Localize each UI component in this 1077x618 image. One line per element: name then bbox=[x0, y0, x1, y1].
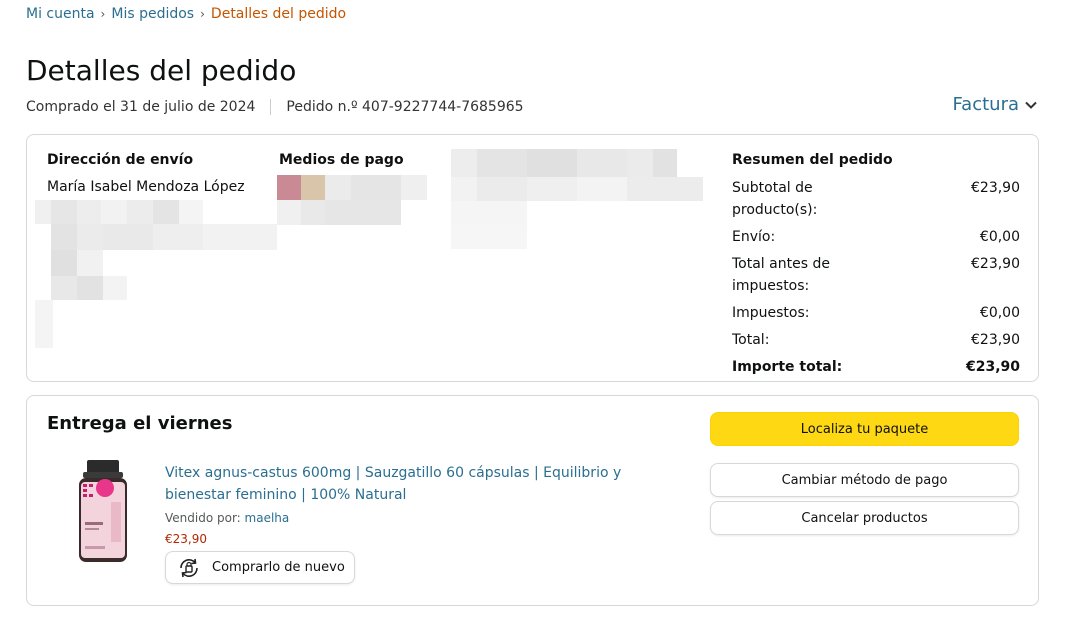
summary-label: Total antes de impuestos: bbox=[732, 256, 830, 294]
track-package-button[interactable]: Localiza tu paquete bbox=[710, 412, 1019, 446]
cancel-items-label: Cancelar productos bbox=[801, 510, 928, 526]
summary-label: Importe total: bbox=[732, 359, 843, 375]
summary-label: Impuestos: bbox=[732, 305, 810, 321]
summary-label: Subtotal de producto(s): bbox=[732, 180, 818, 218]
summary-label: Total: bbox=[732, 332, 770, 348]
summary-row-subtotal: Subtotal de producto(s): €23,90 bbox=[732, 177, 1020, 221]
payment-method-heading: Medios de pago bbox=[279, 152, 404, 168]
summary-value: €23,90 bbox=[971, 180, 1020, 196]
order-summary: Subtotal de producto(s): €23,90 Envío: €… bbox=[732, 177, 1020, 383]
change-payment-label: Cambiar método de pago bbox=[781, 472, 948, 488]
buy-again-icon bbox=[180, 558, 198, 577]
product-title-link[interactable]: Vitex agnus-castus 600mg | Sauzgatillo 6… bbox=[165, 462, 635, 506]
meta-divider bbox=[270, 99, 272, 115]
page-title: Detalles del pedido bbox=[26, 54, 297, 87]
breadcrumb: Mi cuenta › Mis pedidos › Detalles del p… bbox=[26, 6, 346, 22]
summary-row-total-before-tax: Total antes de impuestos: €23,90 bbox=[732, 253, 1020, 297]
shipping-name: María Isabel Mendoza López bbox=[47, 179, 245, 195]
order-info-card: Dirección de envío María Isabel Mendoza … bbox=[26, 134, 1039, 382]
seller-link[interactable]: maelha bbox=[245, 511, 290, 525]
breadcrumb-separator: › bbox=[100, 7, 106, 21]
summary-row-shipping: Envío: €0,00 bbox=[732, 226, 1020, 248]
breadcrumb-my-orders[interactable]: Mis pedidos bbox=[111, 6, 194, 22]
order-number: Pedido n.º 407-9227744-7685965 bbox=[286, 99, 524, 115]
delivery-card: Entrega el viernes Vitex agnus-castus 60… bbox=[26, 395, 1039, 606]
invoice-dropdown[interactable]: Factura bbox=[952, 94, 1037, 115]
change-payment-button[interactable]: Cambiar método de pago bbox=[710, 463, 1019, 497]
summary-value: €23,90 bbox=[971, 256, 1020, 272]
summary-row-tax: Impuestos: €0,00 bbox=[732, 302, 1020, 324]
summary-value: €23,90 bbox=[965, 359, 1020, 375]
breadcrumb-my-account[interactable]: Mi cuenta bbox=[26, 6, 95, 22]
invoice-label: Factura bbox=[952, 94, 1019, 115]
delivery-title: Entrega el viernes bbox=[47, 413, 233, 434]
buy-again-button[interactable]: Comprarlo de nuevo bbox=[165, 551, 355, 584]
product-image[interactable] bbox=[75, 458, 131, 564]
breadcrumb-separator: › bbox=[200, 7, 205, 21]
summary-value: €0,00 bbox=[979, 305, 1020, 321]
product-price: €23,90 bbox=[165, 532, 207, 546]
breadcrumb-order-details: Detalles del pedido bbox=[210, 6, 347, 22]
track-package-label: Localiza tu paquete bbox=[800, 421, 929, 437]
shipping-address-heading: Dirección de envío bbox=[47, 152, 194, 168]
purchase-date: Comprado el 31 de julio de 2024 bbox=[26, 99, 256, 115]
summary-value: €23,90 bbox=[971, 332, 1020, 348]
chevron-down-icon bbox=[1025, 101, 1037, 109]
order-meta: Comprado el 31 de julio de 2024 Pedido n… bbox=[26, 99, 524, 115]
summary-value: €0,00 bbox=[979, 229, 1020, 245]
summary-row-grand-total: Importe total: €23,90 bbox=[732, 356, 1020, 378]
summary-label: Envío: bbox=[732, 229, 776, 245]
seller-info: Vendido por: maelha bbox=[165, 511, 289, 525]
order-summary-heading: Resumen del pedido bbox=[732, 152, 893, 168]
summary-row-total: Total: €23,90 bbox=[732, 329, 1020, 351]
seller-prefix: Vendido por: bbox=[165, 511, 241, 525]
buy-again-label: Comprarlo de nuevo bbox=[212, 560, 345, 575]
cancel-items-button[interactable]: Cancelar productos bbox=[710, 501, 1019, 535]
